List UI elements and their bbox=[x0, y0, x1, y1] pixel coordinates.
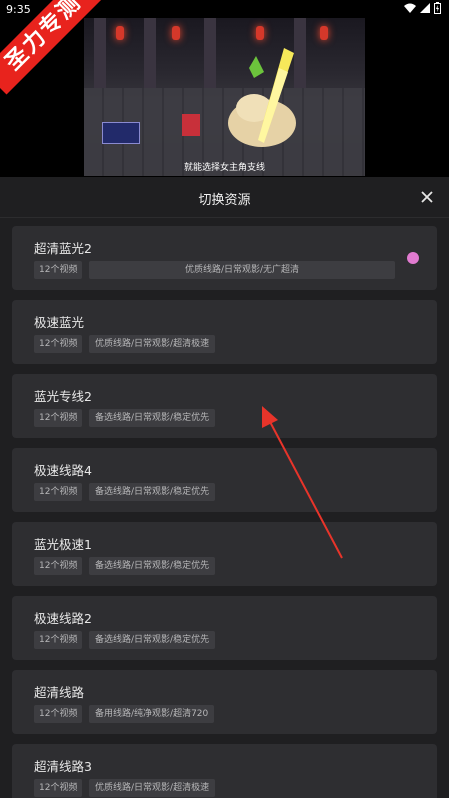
lamp-decor bbox=[172, 26, 180, 40]
video-count-tag: 12个视频 bbox=[34, 335, 83, 353]
sheet-header: 切换资源 bbox=[0, 177, 449, 218]
source-name: 超清线路 bbox=[34, 685, 85, 700]
lamp-decor bbox=[320, 26, 328, 40]
pillar-decor bbox=[204, 18, 216, 88]
battery-icon bbox=[434, 2, 441, 14]
source-desc-tag: 优质线路/日常观影/超清极速 bbox=[89, 335, 216, 353]
source-desc-tag: 备选线路/日常观影/稳定优先 bbox=[89, 409, 216, 427]
selected-check-icon bbox=[407, 252, 419, 264]
video-player[interactable]: 就能选择女主角支线 bbox=[84, 18, 365, 176]
source-desc-tag: 备选线路/日常观影/稳定优先 bbox=[89, 557, 216, 575]
pillar-decor bbox=[94, 18, 106, 88]
source-desc-tag: 优质线路/日常观影/超清极速 bbox=[89, 779, 216, 797]
source-card[interactable]: 蓝光极速1 12个视频 备选线路/日常观影/稳定优先 bbox=[12, 522, 437, 586]
source-desc-tag: 备选线路/日常观影/稳定优先 bbox=[89, 483, 216, 501]
source-name: 极速蓝光 bbox=[34, 315, 85, 330]
source-name: 超清线路3 bbox=[34, 759, 92, 774]
source-desc-tag: 优质线路/日常观影/无广超清 bbox=[89, 261, 395, 279]
source-name: 极速线路4 bbox=[34, 463, 92, 478]
status-time: 9:35 bbox=[6, 3, 31, 16]
status-icons bbox=[404, 2, 441, 14]
sheet-title: 切换资源 bbox=[198, 193, 251, 208]
source-card[interactable]: 极速线路2 12个视频 备选线路/日常观影/稳定优先 bbox=[12, 596, 437, 660]
explosion-effect bbox=[228, 48, 296, 147]
signal-icon bbox=[420, 3, 430, 13]
close-icon[interactable] bbox=[417, 187, 437, 207]
source-card[interactable]: 蓝光专线2 12个视频 备选线路/日常观影/稳定优先 bbox=[12, 374, 437, 438]
video-subtitle: 就能选择女主角支线 bbox=[183, 163, 265, 173]
lamp-decor bbox=[256, 26, 264, 40]
game-hud bbox=[102, 122, 140, 144]
video-count-tag: 12个视频 bbox=[34, 705, 83, 723]
video-count-tag: 12个视频 bbox=[34, 409, 83, 427]
source-name: 蓝光极速1 bbox=[34, 537, 92, 552]
source-sheet: 切换资源 超清蓝光2 12个视频 优质线路/日常观影/无广超清 极速蓝光 12个… bbox=[0, 177, 449, 798]
source-card[interactable]: 极速线路4 12个视频 备选线路/日常观影/稳定优先 bbox=[12, 448, 437, 512]
source-card[interactable]: 超清线路 12个视频 备用线路/纯净观影/超清720 bbox=[12, 670, 437, 734]
pillar-decor bbox=[144, 18, 156, 88]
lamp-decor bbox=[116, 26, 124, 40]
source-name: 极速线路2 bbox=[34, 611, 92, 626]
source-name: 蓝光专线2 bbox=[34, 389, 92, 404]
video-count-tag: 12个视频 bbox=[34, 261, 83, 279]
video-count-tag: 12个视频 bbox=[34, 483, 83, 501]
source-desc-tag: 备选线路/日常观影/稳定优先 bbox=[89, 631, 216, 649]
source-name: 超清蓝光2 bbox=[34, 241, 92, 256]
source-desc-tag: 备用线路/纯净观影/超清720 bbox=[89, 705, 215, 723]
wifi-icon bbox=[404, 3, 416, 13]
video-count-tag: 12个视频 bbox=[34, 557, 83, 575]
source-card[interactable]: 超清线路3 12个视频 优质线路/日常观影/超清极速 bbox=[12, 744, 437, 798]
video-count-tag: 12个视频 bbox=[34, 631, 83, 649]
game-character bbox=[182, 114, 200, 136]
source-card[interactable]: 超清蓝光2 12个视频 优质线路/日常观影/无广超清 bbox=[12, 226, 437, 290]
source-card[interactable]: 极速蓝光 12个视频 优质线路/日常观影/超清极速 bbox=[12, 300, 437, 364]
video-count-tag: 12个视频 bbox=[34, 779, 83, 797]
